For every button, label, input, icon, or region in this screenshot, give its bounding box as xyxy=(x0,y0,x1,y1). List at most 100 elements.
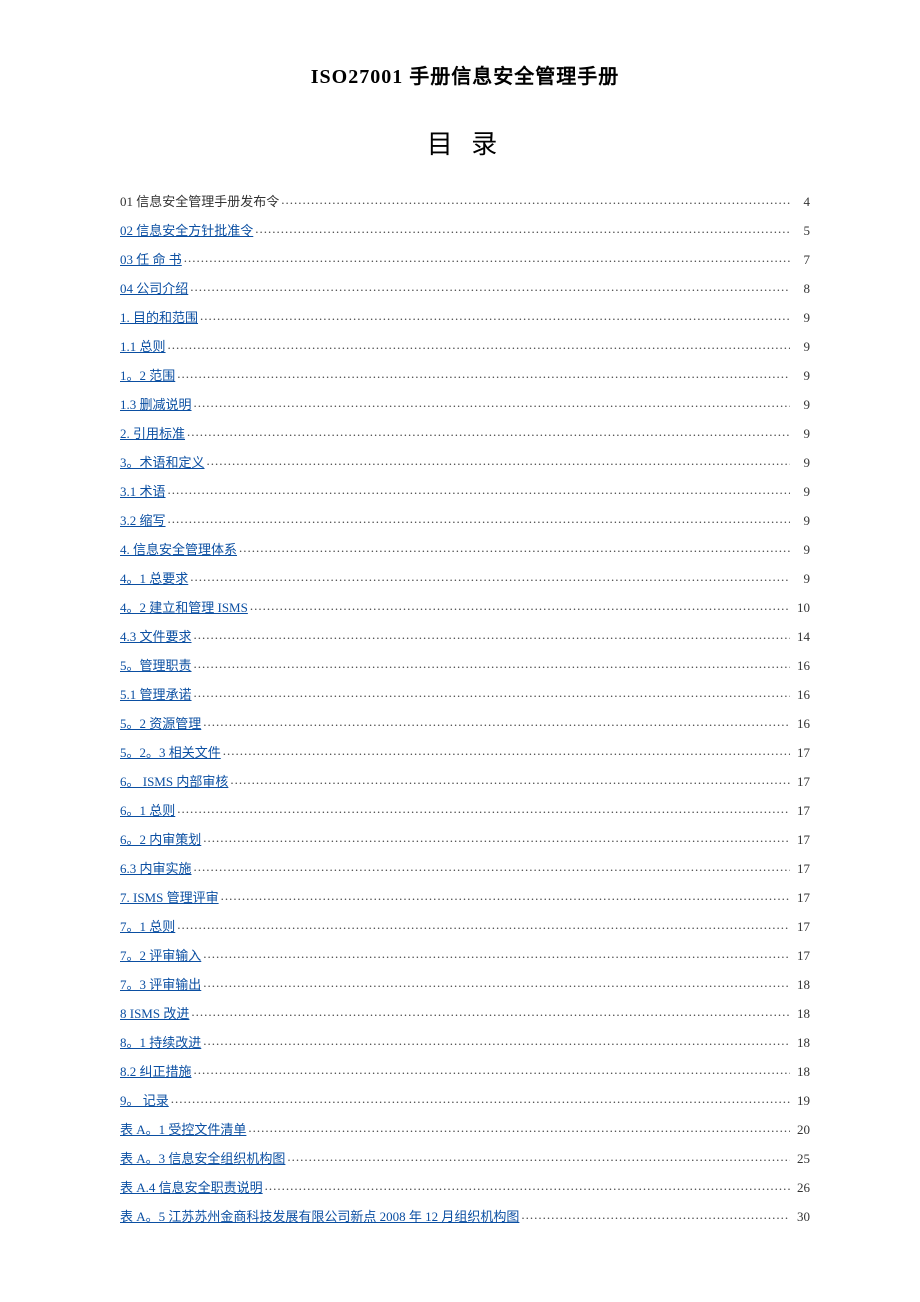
toc-leader-dots xyxy=(250,599,790,612)
toc-leader-dots xyxy=(248,1121,790,1134)
toc-entry: 1.3 删减说明 9 xyxy=(120,389,810,418)
toc-entry-page: 9 xyxy=(792,543,810,556)
toc-leader-dots xyxy=(230,773,790,786)
toc-leader-dots xyxy=(255,222,790,235)
toc-entry: 6。1 总则 17 xyxy=(120,795,810,824)
toc-entry-page: 4 xyxy=(792,195,810,208)
document-title: ISO27001 手册信息安全管理手册 xyxy=(120,60,810,89)
toc-entry: 8.2 纠正措施 18 xyxy=(120,1056,810,1085)
toc-entry-label[interactable]: 3.1 术语 xyxy=(120,485,166,498)
toc-entry-page: 17 xyxy=(792,833,810,846)
toc-entry: 5.1 管理承诺 16 xyxy=(120,679,810,708)
table-of-contents: 01 信息安全管理手册发布令402 信息安全方针批准令503 任 命 书704 … xyxy=(120,186,810,1230)
toc-entry-page: 18 xyxy=(792,1065,810,1078)
toc-entry-label[interactable]: 2. 引用标准 xyxy=(120,427,185,440)
toc-entry-label[interactable]: 1. 目的和范围 xyxy=(120,311,198,324)
toc-entry-page: 18 xyxy=(792,978,810,991)
toc-entry: 7。1 总则17 xyxy=(120,911,810,940)
toc-entry-label[interactable]: 4. 信息安全管理体系 xyxy=(120,543,237,556)
toc-entry-label[interactable]: 表 A。1 受控文件清单 xyxy=(120,1123,246,1136)
toc-leader-dots xyxy=(194,628,790,641)
toc-entry-label[interactable]: 7. ISMS 管理评审 xyxy=(120,891,219,904)
toc-entry: 9。 记录19 xyxy=(120,1085,810,1114)
toc-entry-label[interactable]: 表 A。5 江苏苏州金商科技发展有限公司新点 2008 年 12 月组织机构图 xyxy=(120,1210,519,1223)
toc-entry: 1。2 范围 9 xyxy=(120,360,810,389)
toc-entry-label[interactable]: 7。3 评审输出 xyxy=(120,978,201,991)
toc-entry-label[interactable]: 7。2 评审输入 xyxy=(120,949,201,962)
toc-entry-page: 9 xyxy=(792,369,810,382)
toc-entry-label[interactable]: 4.3 文件要求 xyxy=(120,630,192,643)
toc-entry-page: 17 xyxy=(792,891,810,904)
document-page: ISO27001 手册信息安全管理手册 目 录 01 信息安全管理手册发布令40… xyxy=(0,0,920,1290)
toc-leader-dots xyxy=(194,396,790,409)
toc-entry: 5。2。3 相关文件 17 xyxy=(120,737,810,766)
toc-entry-label[interactable]: 5.1 管理承诺 xyxy=(120,688,192,701)
toc-leader-dots xyxy=(287,1150,790,1163)
toc-entry: 4。1 总要求9 xyxy=(120,563,810,592)
toc-entry: 2. 引用标准9 xyxy=(120,418,810,447)
toc-entry-label[interactable]: 3。术语和定义 xyxy=(120,456,205,469)
toc-entry: 02 信息安全方针批准令5 xyxy=(120,215,810,244)
toc-entry-page: 14 xyxy=(792,630,810,643)
toc-entry: 03 任 命 书7 xyxy=(120,244,810,273)
toc-entry-page: 9 xyxy=(792,340,810,353)
toc-entry: 5。2 资源管理16 xyxy=(120,708,810,737)
toc-leader-dots xyxy=(194,657,790,670)
toc-entry-label[interactable]: 6。2 内审策划 xyxy=(120,833,201,846)
toc-entry: 5。管理职责 16 xyxy=(120,650,810,679)
toc-entry-page: 9 xyxy=(792,456,810,469)
toc-leader-dots xyxy=(194,1063,790,1076)
toc-leader-dots xyxy=(191,1005,790,1018)
toc-entry-page: 10 xyxy=(792,601,810,614)
toc-entry: 6。 ISMS 内部审核17 xyxy=(120,766,810,795)
toc-entry-label[interactable]: 8。1 持续改进 xyxy=(120,1036,201,1049)
toc-entry-page: 18 xyxy=(792,1036,810,1049)
toc-entry-page: 16 xyxy=(792,688,810,701)
toc-leader-dots xyxy=(168,338,790,351)
toc-entry-label[interactable]: 1.3 删减说明 xyxy=(120,398,192,411)
toc-leader-dots xyxy=(265,1179,790,1192)
toc-entry-label[interactable]: 1.1 总则 xyxy=(120,340,166,353)
toc-entry-label[interactable]: 表 A.4 信息安全职责说明 xyxy=(120,1181,263,1194)
toc-entry-page: 17 xyxy=(792,804,810,817)
toc-entry-page: 9 xyxy=(792,398,810,411)
toc-entry-page: 16 xyxy=(792,659,810,672)
toc-entry-page: 17 xyxy=(792,746,810,759)
toc-entry: 6。2 内审策划 17 xyxy=(120,824,810,853)
toc-leader-dots xyxy=(177,802,790,815)
toc-entry-label[interactable]: 6。1 总则 xyxy=(120,804,175,817)
toc-entry-label[interactable]: 03 任 命 书 xyxy=(120,253,182,266)
toc-entry-label[interactable]: 8 ISMS 改进 xyxy=(120,1007,189,1020)
toc-leader-dots xyxy=(221,889,790,902)
toc-entry-label[interactable]: 6。 ISMS 内部审核 xyxy=(120,775,228,788)
toc-leader-dots xyxy=(190,570,790,583)
toc-leader-dots xyxy=(194,860,790,873)
toc-entry: 表 A。3 信息安全组织机构图25 xyxy=(120,1143,810,1172)
toc-entry-label[interactable]: 4。1 总要求 xyxy=(120,572,188,585)
toc-entry: 表 A。1 受控文件清单20 xyxy=(120,1114,810,1143)
toc-leader-dots xyxy=(521,1208,790,1221)
toc-entry-label[interactable]: 6.3 内审实施 xyxy=(120,862,192,875)
toc-entry-page: 9 xyxy=(792,514,810,527)
toc-entry-label[interactable]: 3.2 缩写 xyxy=(120,514,166,527)
toc-entry-label[interactable]: 5。2。3 相关文件 xyxy=(120,746,221,759)
toc-entry-label[interactable]: 5。2 资源管理 xyxy=(120,717,201,730)
toc-entry-label[interactable]: 9。 记录 xyxy=(120,1094,169,1107)
toc-entry: 表 A。5 江苏苏州金商科技发展有限公司新点 2008 年 12 月组织机构图3… xyxy=(120,1201,810,1230)
toc-entry-label[interactable]: 02 信息安全方针批准令 xyxy=(120,224,253,237)
toc-entry: 8。1 持续改进 18 xyxy=(120,1027,810,1056)
toc-heading: 目 录 xyxy=(120,124,810,161)
toc-entry-label[interactable]: 5。管理职责 xyxy=(120,659,192,672)
toc-entry-label[interactable]: 1。2 范围 xyxy=(120,369,175,382)
toc-leader-dots xyxy=(203,947,790,960)
toc-entry-label[interactable]: 4。2 建立和管理 ISMS xyxy=(120,601,248,614)
toc-leader-dots xyxy=(168,512,790,525)
toc-leader-dots xyxy=(187,425,790,438)
toc-entry-label[interactable]: 7。1 总则 xyxy=(120,920,175,933)
toc-entry-label[interactable]: 04 公司介绍 xyxy=(120,282,188,295)
toc-entry-page: 17 xyxy=(792,949,810,962)
toc-entry-page: 26 xyxy=(792,1181,810,1194)
toc-entry-label[interactable]: 8.2 纠正措施 xyxy=(120,1065,192,1078)
toc-entry-label[interactable]: 表 A。3 信息安全组织机构图 xyxy=(120,1152,285,1165)
toc-entry: 3。术语和定义 9 xyxy=(120,447,810,476)
